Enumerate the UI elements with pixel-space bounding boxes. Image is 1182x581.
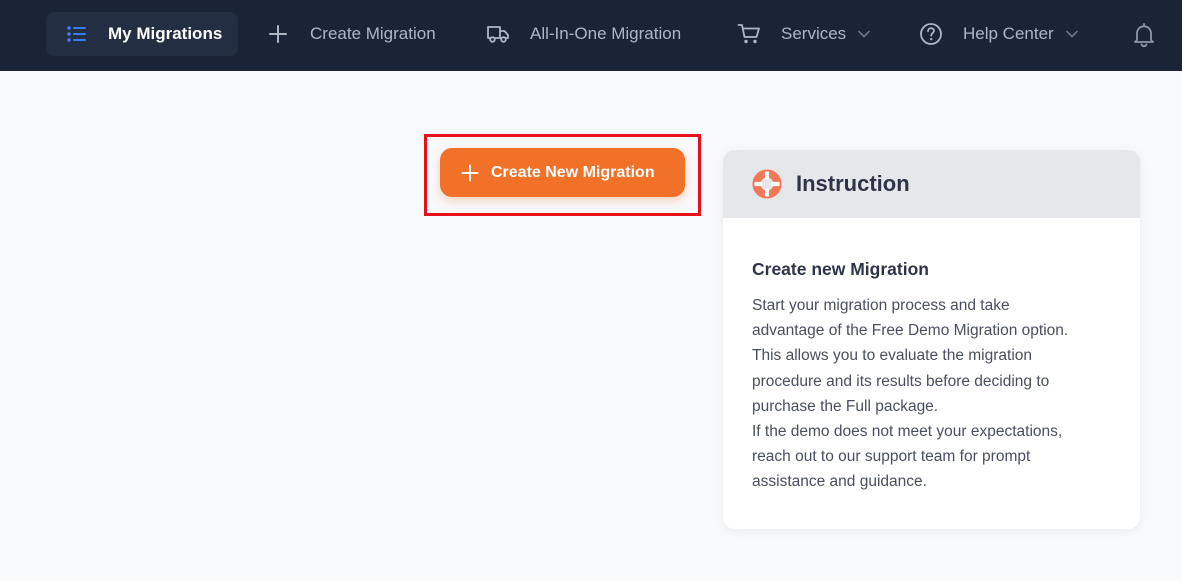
lifebuoy-icon	[751, 168, 783, 200]
chevron-down-icon	[1065, 30, 1078, 38]
cart-icon	[737, 22, 761, 46]
instruction-line: Start your migration process and take	[752, 297, 1010, 314]
nav-create-migration-label: Create Migration	[310, 24, 436, 43]
instruction-card-header: Instruction	[723, 150, 1140, 218]
nav-my-migrations[interactable]: My Migrations	[46, 12, 238, 56]
nav-all-in-one-label: All-In-One Migration	[530, 24, 682, 43]
plus-icon	[461, 164, 479, 182]
instruction-text: Start your migration process and take ad…	[752, 293, 1112, 495]
instruction-line: purchase the Full package.	[752, 397, 939, 415]
instruction-card: Instruction Create new Migration Start y…	[723, 150, 1140, 529]
instruction-line: procedure and its results before decidin…	[752, 372, 1050, 390]
plus-icon	[266, 22, 290, 46]
instruction-line: advantage of the Free Demo Migration opt…	[752, 322, 1069, 340]
nav-my-migrations-label: My Migrations	[108, 24, 223, 43]
create-new-migration-label: Create New Migration	[491, 163, 655, 181]
help-circle-icon	[919, 22, 943, 46]
instruction-card-body: Create new Migration Start your migratio…	[723, 218, 1140, 495]
nav-services-dropdown[interactable]: Services	[737, 12, 870, 56]
list-icon	[65, 22, 89, 46]
chevron-down-icon	[858, 30, 870, 38]
nav-help-center-label: Help Center	[963, 24, 1054, 43]
create-new-migration-button[interactable]: Create New Migration	[440, 148, 685, 197]
nav-create-migration[interactable]: Create Migration	[266, 12, 436, 56]
top-navigation-bar: My Migrations Create Migration All-In-On…	[0, 0, 1182, 71]
instruction-title: Instruction	[796, 171, 910, 196]
nav-all-in-one-migration[interactable]: All-In-One Migration	[486, 12, 681, 56]
instruction-line: If the demo does not meet your expectati…	[752, 423, 1063, 441]
bell-icon[interactable]	[1131, 22, 1157, 48]
instruction-heading: Create new Migration	[752, 259, 929, 279]
instruction-line: reach out to our support team for prompt	[752, 448, 1031, 466]
instruction-line: assistance and guidance.	[752, 473, 927, 491]
truck-icon	[486, 22, 510, 46]
nav-services-label: Services	[781, 24, 847, 43]
nav-help-center-dropdown[interactable]: Help Center	[919, 12, 1078, 56]
instruction-line: This allows you to evaluate the migratio…	[752, 347, 1033, 365]
